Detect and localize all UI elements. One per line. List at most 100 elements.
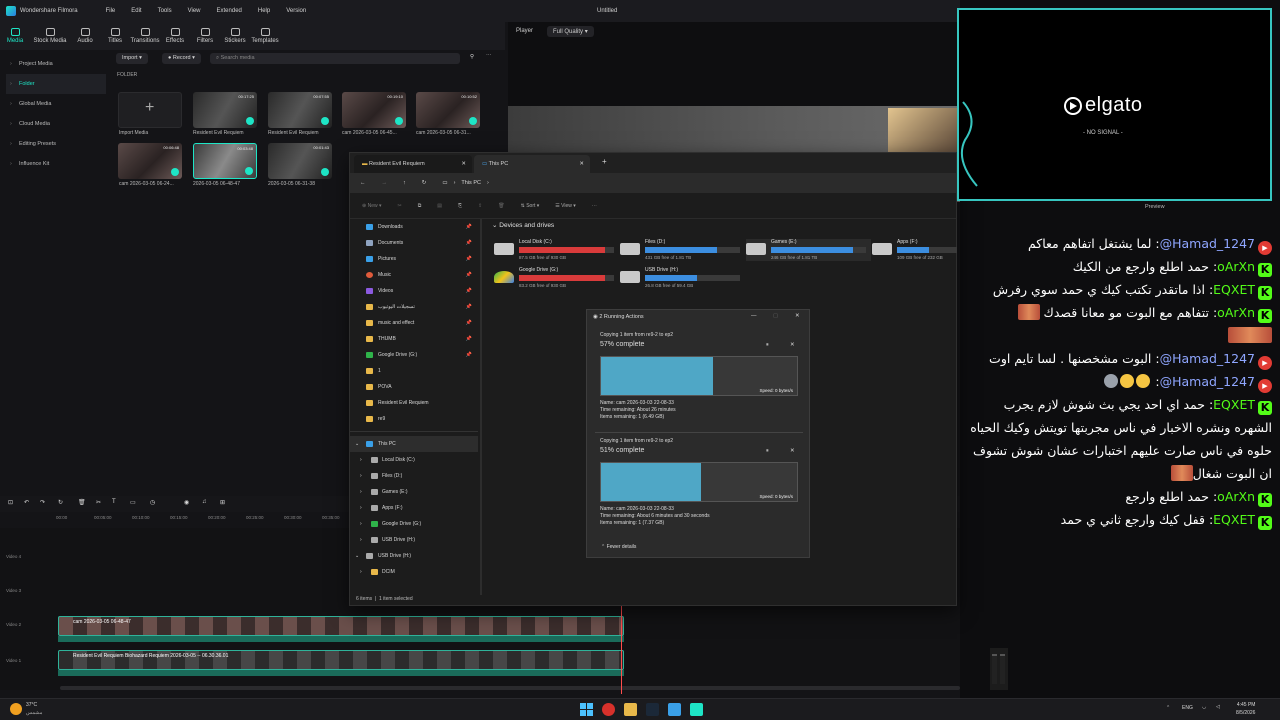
view-button[interactable]: ☰ View ▾: [555, 203, 576, 209]
file-explorer-icon[interactable]: [624, 703, 637, 716]
cancel-icon[interactable]: ✕: [790, 342, 795, 348]
sort-button[interactable]: ⇅ Sort ▾: [521, 203, 540, 209]
nav-apps-drive[interactable]: › Apps (F:): [350, 500, 478, 516]
nav-this-pc[interactable]: ⌄ This PC: [350, 436, 478, 452]
steam-icon[interactable]: [646, 703, 659, 716]
menu-file[interactable]: File: [106, 8, 116, 14]
undo-icon[interactable]: ↶: [24, 499, 29, 506]
nav-pictures[interactable]: Pictures 📌: [350, 251, 478, 267]
language-indicator[interactable]: ENG: [1182, 705, 1193, 711]
filter-icon[interactable]: ⚲: [470, 54, 474, 60]
rename-icon[interactable]: ⎘: [458, 203, 462, 209]
drive-g[interactable]: Google Drive (G:) 83.2 GB free of 930 GB: [494, 267, 619, 289]
sidebar-cloud-media[interactable]: Cloud Media: [6, 114, 106, 134]
nav-usb-drive[interactable]: › USB Drive (H:): [350, 532, 478, 548]
minimize-icon[interactable]: —: [751, 313, 757, 319]
timeline-scrollbar[interactable]: [60, 686, 960, 690]
search-input[interactable]: ⌕ Search media: [210, 53, 460, 64]
tool-templates[interactable]: Templates: [250, 22, 280, 50]
media-thumb[interactable]: 00:01:43: [268, 143, 332, 179]
menu-edit[interactable]: Edit: [131, 8, 141, 14]
import-media-tile[interactable]: +: [118, 92, 182, 128]
new-tab-icon[interactable]: +: [602, 157, 607, 166]
playhead[interactable]: [621, 604, 622, 694]
drive-f[interactable]: Apps (F:) 109 GB free of 232 GB: [872, 239, 958, 261]
quality-select[interactable]: Full Quality ▾: [547, 25, 594, 37]
nav-folder[interactable]: THUMB 📌: [350, 331, 478, 347]
media-thumb[interactable]: 00:07:55: [268, 92, 332, 128]
audio-icon[interactable]: ♫: [202, 499, 207, 505]
pause-icon[interactable]: ⏸: [766, 448, 769, 455]
sidebar-folder[interactable]: Folder: [6, 74, 106, 94]
timeline-clip-cam[interactable]: cam 2026-03-05 06-48-47: [58, 616, 624, 636]
record-button[interactable]: ● Record ▾: [162, 53, 201, 64]
address-bar[interactable]: This PC: [461, 180, 481, 186]
sidebar-editing-presets[interactable]: Editing Presets: [6, 134, 106, 154]
drive-c[interactable]: Local Disk (C:) 87.5 GB free of 930 GB: [494, 239, 619, 261]
nav-music[interactable]: Music 📌: [350, 267, 478, 283]
copy-icon[interactable]: ⧉: [418, 203, 422, 209]
delete-icon[interactable]: 🗑: [78, 499, 86, 506]
sidebar-project-media[interactable]: Project Media: [6, 54, 106, 74]
text-icon[interactable]: T: [112, 499, 116, 505]
chevron-up-icon[interactable]: ⌃: [1166, 705, 1170, 711]
nav-folder[interactable]: تسجيلات اليوتيوب 📌: [350, 299, 478, 315]
pause-icon[interactable]: ⏸: [766, 342, 769, 349]
speed-icon[interactable]: ◷: [150, 499, 155, 506]
new-button[interactable]: ⊕ New ▾: [362, 203, 382, 209]
tool-titles[interactable]: Titles: [100, 22, 130, 50]
nav-games-drive[interactable]: › Games (E:): [350, 484, 478, 500]
color-icon[interactable]: ◉: [184, 499, 189, 506]
nav-files-drive[interactable]: › Files (D:): [350, 468, 478, 484]
wifi-icon[interactable]: ◡: [1202, 704, 1206, 710]
menu-version[interactable]: Version: [286, 8, 306, 14]
drive-e[interactable]: Games (E:) 246 GB free of 1.81 TB: [746, 239, 871, 261]
volume-icon[interactable]: ◁: [1216, 704, 1220, 710]
more-icon[interactable]: ⋯: [592, 203, 597, 209]
delete-icon[interactable]: 🗑: [498, 203, 504, 209]
drive-h[interactable]: USB Drive (H:) 26.8 GB free of 59.4 GB: [620, 267, 745, 289]
sidebar-influence-kit[interactable]: Influence Kit: [6, 154, 106, 174]
nav-folder[interactable]: Resident Evil Requiem: [350, 395, 478, 411]
nav-google-drive[interactable]: › Google Drive (G:): [350, 516, 478, 532]
weather-widget[interactable]: 37°C مشمس: [26, 701, 42, 717]
up-icon[interactable]: ↑: [403, 180, 406, 186]
redo-icon[interactable]: ↷: [40, 499, 45, 506]
nav-usb-drive[interactable]: ⌄ USB Drive (H:): [350, 548, 478, 564]
import-button[interactable]: Import ▾: [116, 53, 148, 64]
tool-audio[interactable]: Audio: [70, 22, 100, 50]
cut-icon[interactable]: ✂: [398, 203, 402, 209]
crop-icon[interactable]: ▭: [130, 499, 136, 506]
share-icon[interactable]: ⇪: [478, 203, 482, 209]
nav-folder[interactable]: 1: [350, 363, 478, 379]
timeline-clip-game[interactable]: Resident Evil Requiem Biohazard Requiem …: [58, 650, 624, 670]
menu-tools[interactable]: Tools: [158, 8, 172, 14]
nav-downloads[interactable]: Downloads 📌: [350, 219, 478, 235]
browser-icon[interactable]: [602, 703, 615, 716]
app-icon[interactable]: [668, 703, 681, 716]
windows-start-icon[interactable]: [580, 703, 593, 716]
nav-folder[interactable]: music and effect 📌: [350, 315, 478, 331]
menu-extended[interactable]: Extended: [217, 8, 242, 14]
split-icon[interactable]: ⊡: [8, 499, 13, 506]
nav-local-disk[interactable]: › Local Disk (C:): [350, 452, 478, 468]
close-icon[interactable]: ✕: [579, 155, 584, 173]
tab-this-pc[interactable]: ▭ This PC ✕: [474, 155, 590, 173]
cut-icon[interactable]: ✂: [96, 499, 101, 506]
clock[interactable]: 4:45 PM 8/5/2026: [1236, 701, 1255, 717]
tool-filters[interactable]: Filters: [190, 22, 220, 50]
nav-google-drive[interactable]: Google Drive (G:) 📌: [350, 347, 478, 363]
paste-icon[interactable]: ▤: [437, 203, 442, 209]
nav-folder[interactable]: re9: [350, 411, 478, 427]
media-thumb[interactable]: 00:10:52: [416, 92, 480, 128]
nav-documents[interactable]: Documents 📌: [350, 235, 478, 251]
media-thumb[interactable]: 00:17:25: [193, 92, 257, 128]
sidebar-global-media[interactable]: Global Media: [6, 94, 106, 114]
effects-icon[interactable]: ⊞: [220, 499, 225, 506]
media-thumb[interactable]: 00:06:48: [118, 143, 182, 179]
nav-dcim[interactable]: › DCIM: [350, 564, 478, 580]
tool-transitions[interactable]: Transitions: [130, 22, 160, 50]
tool-stickers[interactable]: Stickers: [220, 22, 250, 50]
filmora-icon[interactable]: [690, 703, 703, 716]
nav-pane-scrollbar[interactable]: [480, 219, 482, 595]
